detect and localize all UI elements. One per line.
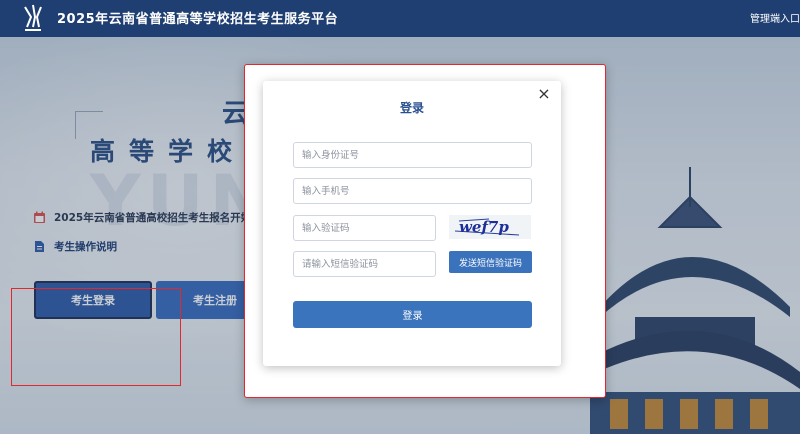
phone-number-input[interactable]	[293, 178, 532, 204]
send-sms-button[interactable]: 发送短信验证码	[449, 251, 532, 273]
login-submit-button[interactable]: 登录	[293, 301, 532, 328]
annotation-box-login-button	[11, 288, 181, 386]
top-navbar: 2025年云南省普通高等学校招生考生服务平台 管理端入口	[0, 0, 800, 37]
close-icon[interactable]: ×	[536, 86, 552, 102]
captcha-text: wef7p	[459, 218, 509, 236]
captcha-input[interactable]	[293, 215, 436, 241]
id-number-input[interactable]	[293, 142, 532, 168]
admin-entry-link[interactable]: 管理端入口	[750, 10, 800, 25]
yunnan-exam-logo-icon	[24, 4, 42, 31]
captcha-image[interactable]: wef7p	[449, 215, 531, 239]
site-title: 2025年云南省普通高等学校招生考生服务平台	[57, 12, 339, 27]
sms-code-input[interactable]	[293, 251, 436, 277]
modal-title: 登录	[399, 101, 424, 115]
login-modal: 登录 × wef7p 发送短信验证码 登录	[263, 81, 561, 366]
